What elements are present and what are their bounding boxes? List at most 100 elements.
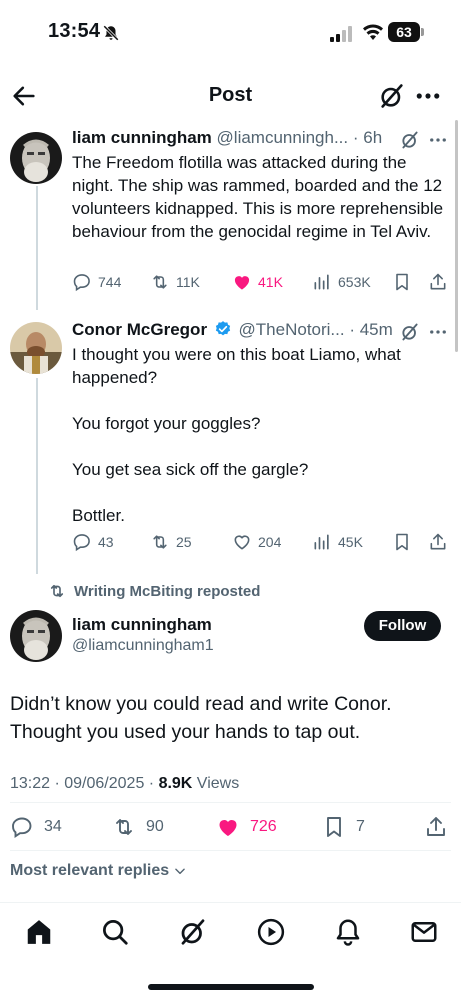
main-post-text: Didn’t know you could read and write Con… — [10, 693, 392, 743]
repost-icon — [153, 275, 167, 289]
tweet-time: · 45m — [349, 320, 393, 339]
tweet-paragraph: I thought you were on this boat Liamo, w… — [72, 345, 401, 387]
replies-sort-dropdown[interactable]: Most relevant replies — [10, 862, 187, 880]
divider — [10, 850, 451, 851]
avatar[interactable] — [10, 132, 62, 184]
thread-tweet-2[interactable]: Conor McGregor @TheNotori... · 45m I tho… — [0, 316, 461, 556]
tweet-header: liam cunningham @liamcunningh... · 6h — [72, 126, 382, 150]
status-time: 13:54 — [48, 20, 101, 42]
bookmark-icon[interactable] — [392, 272, 412, 292]
author-handle[interactable]: @liamcunningh... — [217, 128, 349, 147]
views-icon — [314, 274, 329, 290]
repost-button[interactable]: 11K — [150, 270, 200, 294]
like-button[interactable]: 41K — [232, 270, 283, 294]
tweet-time: · 6h — [352, 128, 383, 147]
like-button[interactable]: 204 — [232, 530, 281, 554]
follow-button[interactable]: Follow — [364, 611, 441, 641]
bookmark-icon[interactable] — [392, 532, 412, 552]
repost-count: 11K — [176, 274, 200, 290]
tweet-paragraph: The Freedom flotilla was attacked during… — [72, 153, 444, 241]
repost-icon — [153, 535, 167, 549]
tweet-paragraph: You get sea sick off the gargle? — [72, 460, 309, 479]
main-post-author-handle[interactable]: @liamcunningham1 — [72, 637, 214, 655]
views-count: 45K — [338, 534, 363, 550]
repost-button[interactable]: 25 — [150, 530, 192, 554]
reply-button[interactable]: 744 — [72, 270, 121, 294]
main-post-meta: 13:22 · 09/06/2025 · 8.9K Views — [10, 775, 239, 793]
reply-button[interactable]: 34 — [10, 814, 62, 840]
reply-icon — [73, 274, 90, 292]
status-bar: 13:54 63 — [0, 0, 461, 70]
reply-button[interactable]: 43 — [72, 530, 114, 554]
grok-icon[interactable] — [378, 82, 406, 110]
bell-off-icon — [103, 25, 119, 41]
divider — [10, 802, 451, 803]
bookmark-count: 7 — [356, 818, 365, 835]
post-views-count[interactable]: 8.9K — [159, 775, 193, 792]
heart-filled-icon — [219, 820, 237, 836]
grok-icon[interactable] — [400, 130, 420, 150]
notifications-icon[interactable] — [333, 917, 363, 947]
avatar[interactable] — [10, 322, 62, 374]
like-count: 726 — [250, 818, 277, 835]
share-icon[interactable] — [428, 272, 448, 292]
tweet-text: The Freedom flotilla was attacked during… — [72, 151, 444, 243]
more-icon[interactable] — [428, 130, 448, 150]
main-post-avatar[interactable] — [10, 610, 62, 662]
replies-sort-label: Most relevant replies — [10, 862, 170, 879]
play-icon[interactable] — [256, 917, 286, 947]
repost-icon — [50, 584, 64, 598]
reply-icon — [73, 534, 90, 552]
bookmark-button[interactable]: 7 — [322, 814, 365, 840]
home-indicator[interactable] — [148, 984, 314, 990]
share-icon[interactable] — [424, 815, 448, 839]
tweet-actions: 43 25 204 45K — [72, 530, 452, 554]
grok-icon[interactable] — [178, 917, 208, 947]
reply-count: 744 — [98, 274, 122, 290]
home-icon[interactable] — [24, 917, 54, 947]
repost-icon — [116, 819, 132, 835]
repost-count: 25 — [176, 534, 192, 550]
search-icon[interactable] — [100, 917, 130, 947]
heart-icon — [234, 535, 250, 550]
avatar-image — [10, 610, 62, 662]
post-views-label: Views — [192, 775, 240, 792]
thread-tweet-1[interactable]: liam cunningham @liamcunningh... · 6h Th… — [0, 124, 461, 304]
reply-icon — [12, 817, 32, 838]
like-count: 204 — [258, 534, 282, 550]
views-icon — [314, 534, 329, 550]
reply-count: 43 — [98, 534, 114, 550]
battery-icon: 63 — [388, 22, 424, 42]
main-post-actions: 34 90 726 7 — [10, 814, 450, 840]
post-timestamp: 13:22 · 09/06/2025 · — [10, 775, 159, 792]
battery-level: 63 — [388, 22, 420, 42]
views-button[interactable]: 45K — [312, 530, 363, 554]
messages-icon[interactable] — [409, 917, 439, 947]
like-count: 41K — [258, 274, 283, 290]
tweet-paragraph: Bottler. — [72, 506, 125, 525]
avatar-image — [10, 322, 62, 374]
repost-button[interactable]: 90 — [112, 814, 164, 840]
author-name[interactable]: liam cunningham — [72, 128, 212, 147]
heart-filled-icon — [234, 276, 250, 290]
chevron-down-icon — [175, 868, 185, 875]
wifi-icon — [363, 24, 383, 40]
tweet-header: Conor McGregor @TheNotori... · 45m — [72, 318, 393, 342]
signal-icon — [330, 26, 352, 42]
grok-icon[interactable] — [400, 322, 420, 342]
top-nav: Post — [0, 72, 461, 120]
views-count: 653K — [338, 274, 371, 290]
like-button[interactable]: 726 — [216, 814, 277, 840]
main-post-author-name[interactable]: liam cunningham — [72, 615, 212, 635]
verified-badge-icon — [215, 321, 230, 336]
author-handle[interactable]: @TheNotori... — [239, 320, 345, 339]
repost-notice[interactable]: Writing McBiting reposted — [48, 582, 260, 600]
repost-notice-text: Writing McBiting reposted — [74, 582, 261, 600]
share-icon[interactable] — [428, 532, 448, 552]
views-button[interactable]: 653K — [312, 270, 371, 294]
author-name[interactable]: Conor McGregor — [72, 320, 207, 339]
reply-count: 34 — [44, 818, 62, 835]
more-icon[interactable] — [428, 322, 448, 342]
tweet-paragraph: You forgot your goggles? — [72, 414, 261, 433]
more-icon[interactable] — [414, 82, 442, 110]
